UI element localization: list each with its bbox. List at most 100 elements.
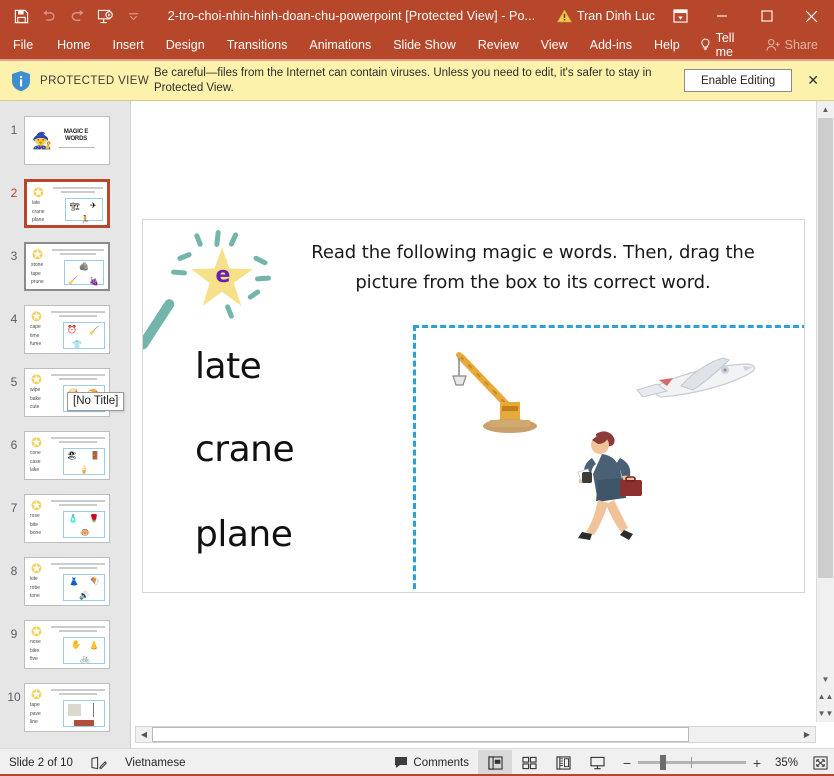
tab-design[interactable]: Design	[155, 30, 216, 59]
slide-thumbnail-7[interactable]: ✪ rosebitebone 🧴 🌹 🐵	[24, 494, 110, 543]
protected-view-close-button[interactable]: ✕	[802, 72, 824, 89]
tab-review[interactable]: Review	[467, 30, 530, 59]
start-presentation-button[interactable]	[92, 4, 118, 28]
zoom-slider[interactable]	[638, 761, 746, 764]
thumbnail-row-2[interactable]: 2 ✪ latecraneplane 🏗 ✈ 🏃	[0, 172, 130, 235]
slide-horizontal-scrollbar[interactable]: ◀ ▶	[135, 726, 816, 743]
word-late[interactable]: late	[195, 346, 261, 387]
language-button[interactable]: Vietnamese	[116, 749, 195, 776]
thumbnail-number: 8	[4, 550, 24, 578]
scroll-down-button[interactable]: ▼	[817, 671, 834, 688]
thumbnail-row-9[interactable]: 9 ✪ nosebikefive ✋ 👃 🚲	[0, 613, 130, 676]
normal-view-button[interactable]	[478, 750, 512, 776]
normal-view-icon	[488, 756, 503, 770]
save-button[interactable]	[8, 4, 34, 28]
account-info[interactable]: Tran Dinh Luc	[557, 9, 661, 23]
wand-letter: e	[211, 264, 235, 288]
slide-vertical-scrollbar[interactable]: ▲ ▼ ▲▲ ▼▼	[816, 101, 834, 722]
mini-star-icon: ✪	[29, 372, 44, 387]
zoom-level-label[interactable]: 35%	[768, 757, 798, 769]
redo-button[interactable]	[64, 4, 90, 28]
reading-view-button[interactable]	[546, 750, 580, 776]
word-plane[interactable]: plane	[195, 514, 292, 555]
tab-home[interactable]: Home	[46, 30, 101, 59]
mini-star-icon: ✪	[30, 247, 45, 262]
thumbnail-row-4[interactable]: 4 ✪ capetimefume ⏰ 🧹 👕	[0, 298, 130, 361]
sparkle-4	[177, 251, 193, 261]
tell-me-button[interactable]: Tell me	[691, 31, 758, 59]
close-button[interactable]	[789, 0, 834, 32]
word-crane[interactable]: crane	[195, 429, 294, 470]
thumbnail-row-6[interactable]: 6 ✪ conecaselake 🏖 🚪 🍦	[0, 424, 130, 487]
zoom-out-button[interactable]: −	[622, 755, 632, 771]
thumbnail-row-1[interactable]: 1 🧙 MAGIC EWORDS	[0, 109, 130, 172]
tab-slide-show[interactable]: Slide Show	[382, 30, 467, 59]
next-slide-button[interactable]: ▼▼	[817, 705, 834, 722]
current-slide[interactable]: e Read the following magic e words. Then…	[142, 219, 805, 593]
plane-picture[interactable]	[631, 350, 759, 414]
tab-file[interactable]: File	[0, 30, 46, 59]
slide-thumbnail-9[interactable]: ✪ nosebikefive ✋ 👃 🚲	[24, 620, 110, 669]
enable-editing-button[interactable]: Enable Editing	[684, 69, 792, 92]
thumbnail-row-3[interactable]: 3 ✪ stonetapeprune 🪨 🧹 🍇	[0, 235, 130, 298]
mini-title-line-1	[51, 311, 105, 313]
slide-thumbnail-4[interactable]: ✪ capetimefume ⏰ 🧹 👕	[24, 305, 110, 354]
thumbnail-tooltip: [No Title]	[67, 392, 124, 411]
ribbon-display-options-button[interactable]	[661, 0, 699, 32]
slide-thumbnail-2[interactable]: ✪ latecraneplane 🏗 ✈ 🏃	[24, 179, 110, 228]
zoom-slider-handle[interactable]	[660, 755, 666, 770]
slide-thumbnail-1[interactable]: 🧙 MAGIC EWORDS	[24, 116, 110, 165]
slide-sorter-view-button[interactable]	[512, 750, 546, 776]
picture-dropbox[interactable]	[413, 325, 805, 593]
share-button[interactable]: Share	[758, 38, 826, 52]
mini-case-icon: 🚪	[90, 452, 100, 460]
slide-edit-area[interactable]: e Read the following magic e words. Then…	[131, 101, 834, 748]
tab-insert[interactable]: Insert	[102, 30, 155, 59]
slide-thumbnail-pane[interactable]: 1 🧙 MAGIC EWORDS 2 ✪ latecran	[0, 101, 131, 748]
ribbon-tabs: File Home Insert Design Transitions Anim…	[0, 30, 691, 59]
zoom-in-button[interactable]: +	[752, 755, 762, 771]
vertical-scroll-track[interactable]	[817, 118, 834, 671]
tab-transitions[interactable]: Transitions	[216, 30, 299, 59]
tab-view[interactable]: View	[530, 30, 579, 59]
slide-thumbnail-3[interactable]: ✪ stonetapeprune 🪨 🧹 🍇	[24, 242, 110, 291]
slide-thumbnail-6[interactable]: ✪ conecaselake 🏖 🚪 🍦	[24, 431, 110, 480]
tab-help[interactable]: Help	[643, 30, 691, 59]
mini-title-line-2	[60, 253, 96, 255]
slide-thumbnail-10[interactable]: ✪ tapepaveline	[24, 683, 110, 732]
protected-view-message: Be careful—files from the Internet can c…	[154, 66, 684, 96]
thumbnail-row-10[interactable]: 10 ✪ tapepaveline	[0, 676, 130, 739]
thumbnail-row-8[interactable]: 8 ✪ kiterobetone 👗 🪁 🔊	[0, 550, 130, 613]
thumbnail-row-7[interactable]: 7 ✪ rosebitebone 🧴 🌹 🐵	[0, 487, 130, 550]
crane-picture[interactable]	[446, 344, 546, 440]
horizontal-scroll-thumb[interactable]	[152, 727, 689, 742]
mini-title-line-2	[59, 315, 97, 317]
slide-thumbnail-8[interactable]: ✪ kiterobetone 👗 🪁 🔊	[24, 557, 110, 606]
tab-animations[interactable]: Animations	[298, 30, 382, 59]
comments-button[interactable]: Comments	[385, 749, 478, 776]
late-woman-picture[interactable]	[568, 428, 650, 546]
accessibility-button[interactable]	[82, 749, 116, 776]
mini-dropbox: 🏗 ✈ 🏃	[65, 198, 103, 221]
mini-tape-icon: 🪨	[79, 263, 89, 271]
horizontal-scroll-track[interactable]	[152, 727, 799, 742]
slide-counter: Slide 2 of 10	[0, 749, 82, 776]
scroll-left-button[interactable]: ◀	[136, 727, 152, 742]
scroll-up-button[interactable]: ▲	[817, 101, 834, 118]
undo-button[interactable]	[36, 4, 62, 28]
tell-me-label: Tell me	[716, 31, 749, 59]
mini-title-line-1	[52, 249, 104, 251]
mini-cape-icon: 👕	[72, 341, 82, 349]
fit-to-window-button[interactable]	[806, 750, 834, 776]
tab-add-ins[interactable]: Add-ins	[579, 30, 643, 59]
mini-title-line-1	[51, 626, 105, 628]
scroll-right-button[interactable]: ▶	[799, 727, 815, 742]
minimize-button[interactable]	[699, 0, 744, 32]
previous-slide-button[interactable]: ▲▲	[817, 688, 834, 705]
zoom-controls: − + 35%	[614, 755, 806, 771]
slide-show-button[interactable]	[580, 750, 614, 776]
share-person-icon	[766, 38, 781, 52]
vertical-scroll-thumb[interactable]	[818, 118, 833, 578]
maximize-button[interactable]	[744, 0, 789, 32]
customize-quick-access-button[interactable]	[120, 4, 146, 28]
